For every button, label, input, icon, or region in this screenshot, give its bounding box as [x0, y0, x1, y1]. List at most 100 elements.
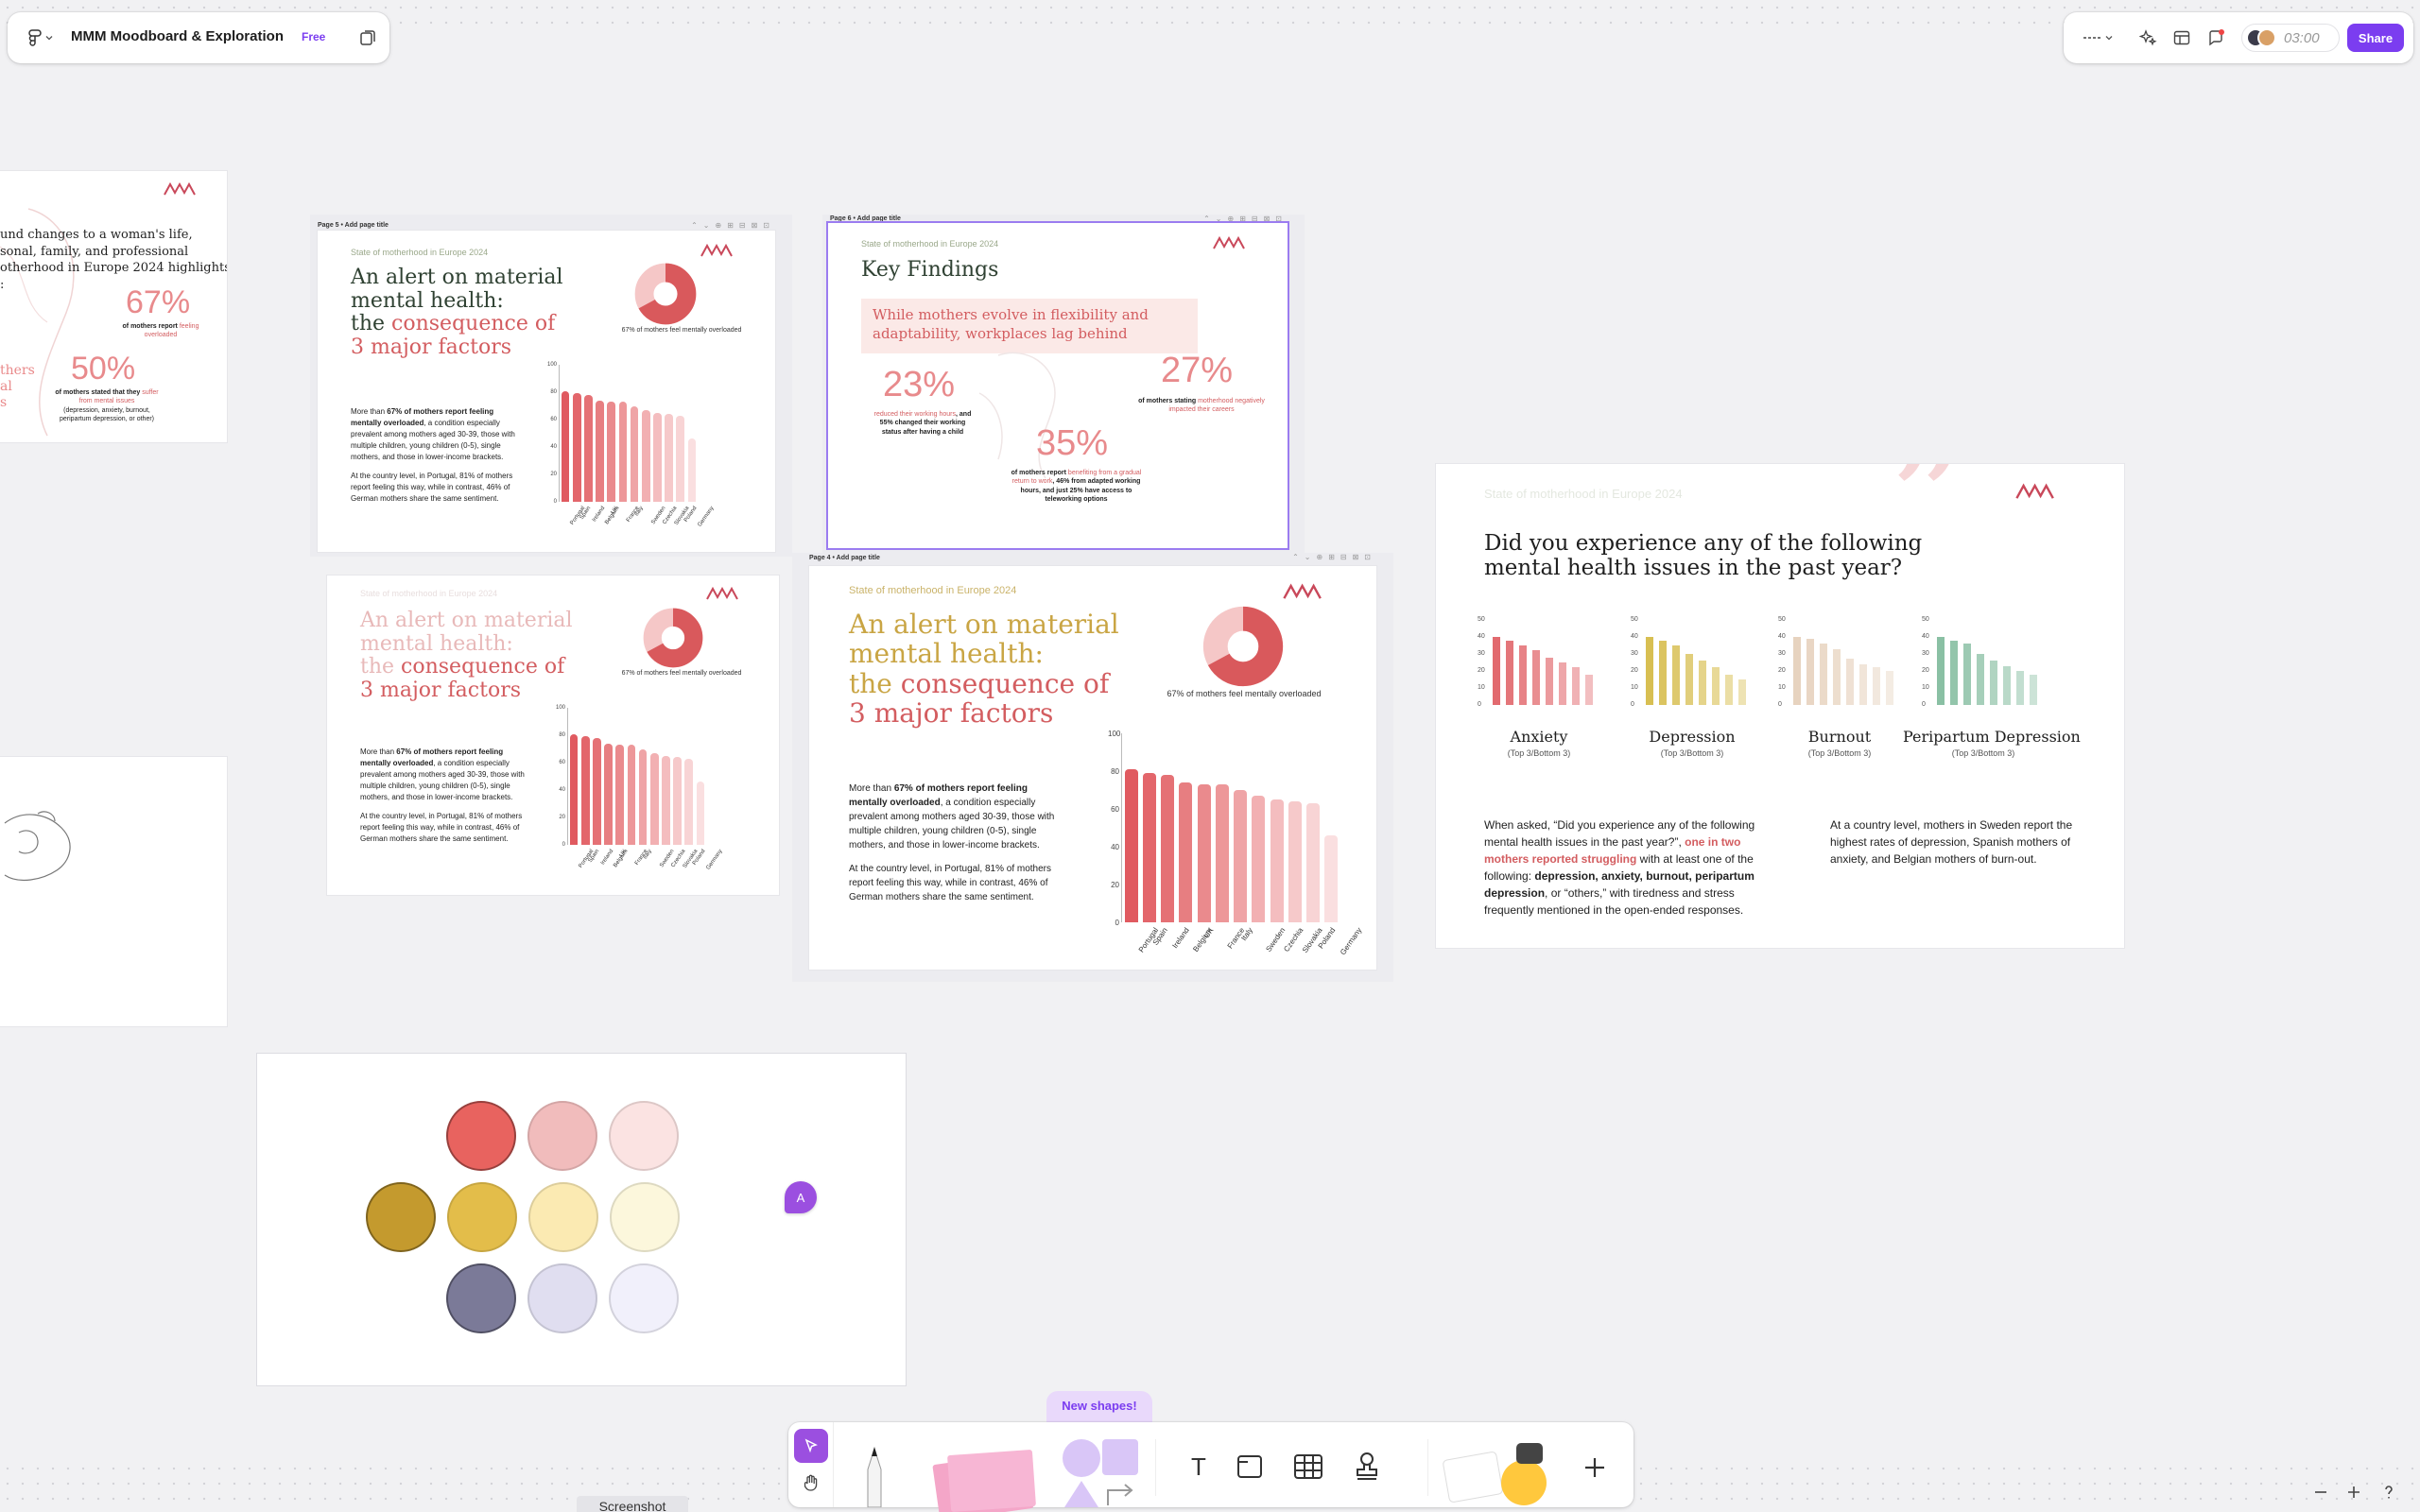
- color-swatch[interactable]: [528, 1182, 598, 1252]
- bottom-toolbar: T: [788, 1422, 1634, 1512]
- table-tool[interactable]: [1288, 1446, 1329, 1487]
- mini-chart-depression: 50 40 30 20 10 0 Depression (Top 3/Bottom 3): [1631, 616, 1772, 771]
- timer-widget[interactable]: 03:00: [2241, 24, 2340, 52]
- color-swatch[interactable]: [446, 1101, 516, 1171]
- y-tick-label: 50: [1631, 616, 1638, 623]
- para2: At the country level, in Portugal, 81% o…: [849, 864, 1051, 902]
- alert-heading-l3a: the: [360, 655, 402, 679]
- color-swatch[interactable]: [609, 1263, 679, 1333]
- country-bar-chart: 100 80 60 40 20 0 Portugal Spain Ireland Belgium U…: [1108, 730, 1363, 956]
- bar: [665, 414, 673, 502]
- slide-alert-gold[interactable]: State of motherhood in Europe 2024 An al…: [809, 566, 1376, 970]
- cursor-avatar[interactable]: A: [785, 1181, 817, 1213]
- sticky-note-tool[interactable]: [930, 1439, 1036, 1512]
- select-tool[interactable]: [794, 1429, 828, 1463]
- health-left-paragraph: When asked, “Did you experience any of t…: [1484, 816, 1787, 919]
- mini-chart-caption: (Top 3/Bottom 3): [1807, 748, 1872, 758]
- help-button[interactable]: [2375, 1478, 2403, 1506]
- slide-key-findings[interactable]: State of motherhood in Europe 2024 Key F…: [828, 223, 1288, 548]
- layout-button[interactable]: [2169, 26, 2194, 50]
- stat-67: 67%: [126, 284, 191, 320]
- alert-heading: An alert on material mental health: the …: [351, 266, 563, 360]
- brand-logo-icon: [2015, 483, 2054, 499]
- comments-button[interactable]: [2204, 26, 2228, 50]
- color-swatch[interactable]: [447, 1182, 517, 1252]
- y-tick-label: 50: [1778, 616, 1786, 623]
- color-swatch[interactable]: [446, 1263, 516, 1333]
- page5-frame-tools[interactable]: ⌃⌄⊕⊞⊟⊠⊡: [691, 221, 775, 230]
- plan-badge[interactable]: Free: [302, 30, 325, 43]
- alert-heading-l2: mental health:: [849, 638, 1044, 670]
- templates-thumbnail-icon: [1443, 1452, 1503, 1503]
- banner-line-1: While mothers evolve in flexibility and: [873, 306, 1149, 323]
- bar: [584, 394, 593, 502]
- text-tool[interactable]: T: [1178, 1446, 1219, 1487]
- hand-tool[interactable]: [794, 1466, 828, 1500]
- pages-toggle-button[interactable]: [354, 25, 382, 51]
- y-tick-label: 40: [1922, 633, 1929, 640]
- page6-title[interactable]: Page 6 • Add page title: [830, 215, 901, 222]
- emoji-icon: [1501, 1460, 1547, 1505]
- layout-icon: [2173, 30, 2190, 45]
- ai-actions-button[interactable]: [2135, 26, 2160, 50]
- section-tool[interactable]: [1229, 1446, 1270, 1487]
- marker-icon: [867, 1447, 882, 1508]
- slide-doodle-partial[interactable]: [0, 757, 227, 1026]
- share-button[interactable]: Share: [2347, 24, 2404, 52]
- alert-heading-l1: An alert on material: [849, 609, 1119, 640]
- bar: [1873, 667, 1880, 705]
- y-tick-label: 40: [1778, 633, 1786, 640]
- widgets-tool[interactable]: [1443, 1434, 1562, 1507]
- page6-title-text: Page 6 • Add page title: [830, 215, 901, 222]
- main-menu-button[interactable]: [25, 25, 57, 51]
- bar: [1685, 654, 1693, 705]
- y-tick-label: 0: [553, 499, 557, 505]
- color-swatch[interactable]: [527, 1101, 597, 1171]
- page5-title[interactable]: Page 5 • Add page title: [318, 222, 389, 229]
- shapes-tool[interactable]: [1053, 1430, 1140, 1507]
- y-tick-label: 0: [1778, 701, 1782, 708]
- page4-frame-tools[interactable]: ⌃⌄⊕⊞⊟⊠⊡: [1292, 553, 1376, 561]
- bar: [1963, 644, 1971, 705]
- x-tick-label: Germany: [697, 506, 716, 528]
- y-tick-label: 30: [1922, 650, 1929, 657]
- file-name[interactable]: MMM Moodboard & Exploration: [71, 28, 284, 44]
- bar: [1886, 671, 1893, 705]
- color-swatch[interactable]: [527, 1263, 597, 1333]
- page4-title[interactable]: Page 4 • Add page title: [809, 555, 880, 561]
- bar: [1306, 803, 1321, 922]
- key-findings-title: Key Findings: [861, 258, 999, 282]
- slide-alert-1[interactable]: State of motherhood in Europe 2024 An al…: [318, 231, 775, 552]
- marker-tool[interactable]: [851, 1432, 898, 1508]
- color-swatch[interactable]: [366, 1182, 436, 1252]
- comment-icon: [2209, 29, 2224, 46]
- slide-mental-health[interactable]: State of motherhood in Europe 2024 ” Did…: [1436, 464, 2124, 948]
- zoom-in-button[interactable]: [2340, 1478, 2368, 1506]
- bar: [1950, 640, 1958, 705]
- circle-shape-icon: [1063, 1439, 1100, 1477]
- bar: [673, 757, 682, 845]
- donut-caption: 67% of mothers feel mentally overloaded: [621, 327, 742, 334]
- slide-intro-partial[interactable]: und changes to a woman's life, sonal, fa…: [0, 171, 227, 442]
- bar: [572, 393, 581, 502]
- side-line-1: thers: [0, 363, 35, 378]
- mini-chart-title: Depression: [1649, 728, 1736, 746]
- color-swatch[interactable]: [610, 1182, 680, 1252]
- more-tools-button[interactable]: [1573, 1446, 1616, 1489]
- zoom-menu-button[interactable]: [2077, 26, 2118, 50]
- color-swatch[interactable]: [609, 1101, 679, 1171]
- bar: [653, 412, 662, 502]
- y-tick-label: 20: [559, 815, 565, 820]
- slide-alert-faded[interactable]: State of motherhood in Europe 2024 An al…: [327, 576, 779, 895]
- bar: [618, 402, 628, 502]
- y-tick-label: 30: [1631, 650, 1638, 657]
- mother-child-sketch: [4, 811, 71, 882]
- y-tick-label: 10: [1478, 684, 1485, 691]
- share-label: Share: [2358, 30, 2394, 45]
- stamp-tool[interactable]: [1346, 1446, 1388, 1487]
- page6-frame-tools[interactable]: ⌃⌄⊕⊞⊟⊠⊡: [1203, 215, 1288, 223]
- cursor-avatar-label: A: [796, 1190, 805, 1205]
- plus-icon: [1585, 1458, 1604, 1477]
- zoom-out-button[interactable]: [2307, 1478, 2335, 1506]
- color-palette-board[interactable]: A: [257, 1054, 906, 1385]
